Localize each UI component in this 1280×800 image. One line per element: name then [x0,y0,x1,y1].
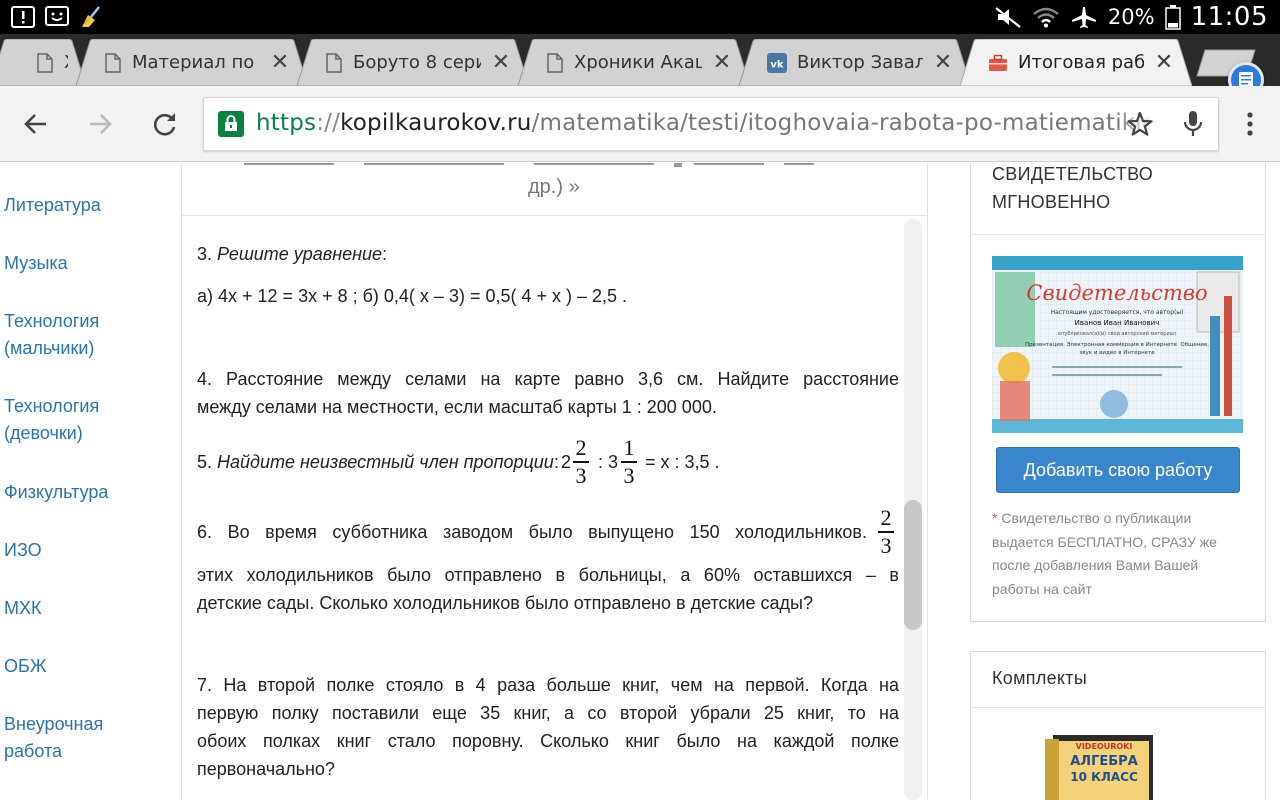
sidebar-item-physical-education[interactable]: Физкультура [4,479,108,506]
q5-whole-part-1: 2 [561,452,572,472]
clipped-text-fragment [244,163,814,167]
sidebar-item-life-safety[interactable]: ОБЖ [4,653,46,680]
tab-5-active[interactable]: Итоговая работ ✕ [960,39,1192,86]
tab-title: Материал по ру [132,52,260,73]
smiley-notification-icon [44,5,70,29]
battery-percentage: 20% [1107,5,1155,29]
svg-text:опубликовал(а)(и) свой авторск: опубликовал(а)(и) свой авторский материа… [1058,330,1176,337]
question-3-body: а) 4х + 12 = 3х + 8 ; б) 0,4( х – 3) = 0… [197,286,628,306]
wifi-icon [1033,7,1059,28]
sidebar-item-world-art[interactable]: МХК [4,595,42,622]
question-6-line-1: 6. Во время субботника заводом было выпу… [197,522,867,542]
back-button[interactable] [18,106,54,142]
question-6-line-3: детские сады. Сколько холодильников было… [197,593,813,613]
svg-text:Иванов Иван Иванович: Иванов Иван Иванович [1075,319,1160,327]
tab-1[interactable]: Материал по ру ✕ [76,39,308,86]
question-7-line-3: обоих полках книг стало поровну. Сколько… [197,731,899,751]
question-7-line-1: 7. На второй полке стояло в 4 раза больш… [197,675,899,695]
tab-2[interactable]: Боруто 8 серия ✕ [297,39,529,86]
kits-card-heading: Комплекты [992,668,1088,688]
tab-4[interactable]: vk Виктор Завалы ✕ [739,39,971,86]
status-bar: 20% 11:05 [0,0,1280,34]
voice-search-button[interactable] [1175,106,1211,142]
broom-icon [78,5,104,29]
sidebar-item-music[interactable]: Музыка [4,250,68,277]
battery-icon [1164,5,1181,30]
q5-fraction-1: 23 [573,436,589,488]
close-tab-icon[interactable]: ✕ [1154,51,1174,73]
star-icon [1127,111,1153,136]
add-work-button[interactable]: Добавить свою работу [996,447,1240,493]
q5-tail: = х : 3,5 . [645,452,720,472]
svg-text:10 КЛАСС: 10 КЛАСС [1070,770,1138,784]
vk-icon: vk [767,52,787,73]
close-tab-icon[interactable]: ✕ [491,51,511,73]
url-text[interactable]: https://kopilkaurokov.ru/matematika/test… [256,110,1180,136]
tab-title: Боруто 8 серия [353,52,481,73]
briefcase-icon [989,54,1007,71]
certificate-card-heading: СВИДЕТЕЛЬСТВО МГНОВЕННО [992,164,1154,212]
tab-0[interactable]: Х [0,39,86,86]
clock: 11:05 [1190,2,1268,32]
reload-icon [153,113,176,136]
sidebar-item-literature[interactable]: Литература [4,192,101,219]
browser-toolbar: https://kopilkaurokov.ru/matematika/test… [0,86,1280,162]
svg-text:vk: vk [770,59,784,70]
airplane-mode-icon [1071,7,1096,28]
svg-text:VIDEOUROKI: VIDEOUROKI [1076,742,1133,751]
question-7-line-2: первую полку поставили еще 35 книг, а со… [197,703,899,723]
q5-mid: : 3 [598,452,619,472]
svg-text:АЛГЕБРА: АЛГЕБРА [1070,754,1138,769]
sidebar-item-technology-girls[interactable]: Технология (девочки) [4,393,99,447]
svg-text:Настоящим удостоверяется, что: Настоящим удостоверяется, что автор(ы) [1051,309,1184,316]
sidebar-item-technology-boys[interactable]: Технология (мальчики) [4,308,99,362]
menu-button[interactable] [1232,106,1268,142]
question-4-line-1: 4. Расстояние между селами на карте равн… [197,369,899,389]
close-tab-icon[interactable]: ✕ [270,51,290,73]
forward-button[interactable] [82,106,118,142]
q5-fraction-2: 13 [621,436,637,488]
tab-title: Х [64,52,68,73]
lock-icon[interactable] [218,111,244,137]
svg-text:Свидетельство: Свидетельство [1026,281,1207,305]
mute-icon [995,7,1021,28]
alert-icon [10,5,36,29]
close-tab-icon[interactable]: ✕ [712,51,732,73]
svg-text:звук и видео в Интернете: звук и видео в Интернете [1079,350,1155,356]
question-4-line-2: между селами на местности, если масштаб … [197,397,717,417]
tab-title: Итоговая работ [1018,52,1144,73]
tab-title: Хроники Акаш [574,52,702,73]
page-icon [547,52,563,73]
certificate-note: * Свидетельство о публикации выдается БЕ… [992,510,1217,597]
more-vert-icon [1247,112,1253,136]
microphone-icon [1183,111,1203,136]
reload-button[interactable] [147,106,183,142]
svg-text:Презентация. Электронная комме: Презентация. Электронная коммерция в Инт… [1025,342,1209,348]
q6-fraction: 23 [878,506,894,558]
web-page: Литература Музыка Технология (мальчики) Т… [0,163,1280,800]
bookmark-star-button[interactable] [1122,106,1158,142]
question-7-line-4: первоначально? [197,759,335,779]
tab-title: Виктор Завалы [797,52,923,73]
page-icon [105,52,121,73]
tab-3[interactable]: Хроники Акаш ✕ [518,39,750,86]
algebra-10-product-image[interactable]: VIDEOUROKI АЛГЕБРА 10 КЛАСС [1045,731,1159,800]
close-tab-icon[interactable]: ✕ [933,51,953,73]
sidebar-item-art[interactable]: ИЗО [4,537,42,564]
question-6-line-2: этих холодильников было отправлено в бол… [197,565,899,585]
certificate-sample-image[interactable]: Свидетельство Настоящим удостоверяется, … [992,256,1243,433]
forward-arrow-icon [90,114,112,134]
back-arrow-icon [24,114,46,134]
page-icon [37,52,53,73]
page-icon [326,52,342,73]
tab-strip: Х Материал по ру ✕ Боруто 8 серия ✕ Хрон… [0,34,1280,86]
description-fragment: др.) » [528,176,580,198]
question-3-title: 3. Решите уравнение: [197,244,388,264]
address-bar[interactable]: https://kopilkaurokov.ru/matematika/test… [203,97,1219,151]
sidebar-item-extracurricular[interactable]: Внеурочная работа [4,711,103,765]
content-scrollbar-thumb[interactable] [904,500,922,630]
question-5: 5. Найдите неизвестный член пропорции: [197,452,559,472]
